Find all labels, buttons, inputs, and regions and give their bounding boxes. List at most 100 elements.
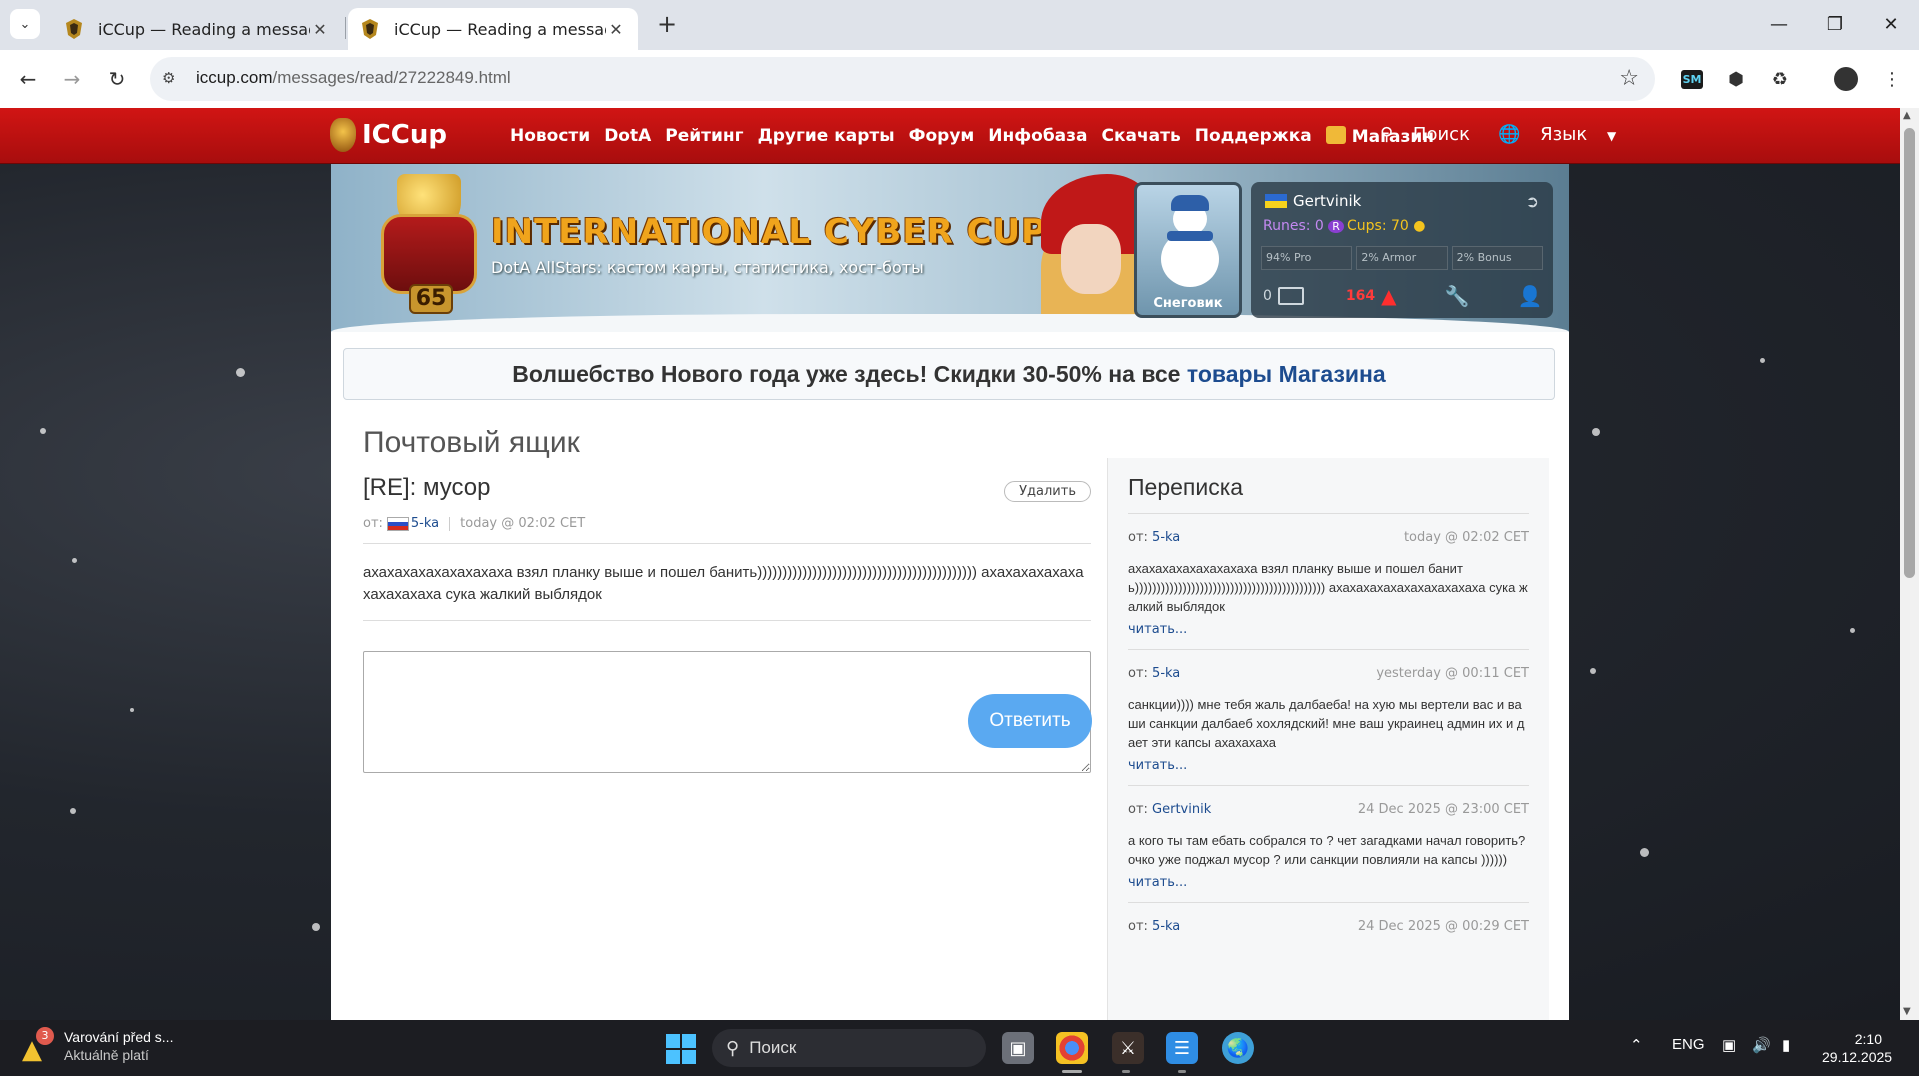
game-app-icon[interactable]: ⚔ xyxy=(1112,1032,1144,1064)
message-author[interactable]: 5-ka xyxy=(411,516,439,531)
item-author[interactable]: 5-ka xyxy=(1152,919,1180,934)
scroll-up-icon[interactable]: ▲ xyxy=(1903,110,1911,121)
close-icon[interactable]: ✕ xyxy=(606,20,626,39)
window-close-icon[interactable]: ✕ xyxy=(1866,8,1916,42)
minimize-icon[interactable]: — xyxy=(1754,8,1804,42)
snowflake xyxy=(130,708,134,712)
list-item: от: 5-ka 24 Dec 2025 @ 00:29 CET xyxy=(1128,903,1529,946)
globe-app-icon[interactable]: 🌏 xyxy=(1222,1032,1254,1064)
message-date: today @ 02:02 CET xyxy=(460,516,586,531)
item-author[interactable]: 5-ka xyxy=(1152,666,1180,681)
promo-shop-link[interactable]: товары Магазина xyxy=(1187,361,1386,387)
menu-dots-icon[interactable]: ⋮ xyxy=(1876,63,1908,95)
app-indicator xyxy=(1122,1070,1130,1073)
banner-tagline: DotA AllStars: кастом карты, статистика,… xyxy=(491,258,924,277)
read-more-link[interactable]: читать... xyxy=(1128,875,1529,890)
task-view-icon[interactable]: ▣ xyxy=(1002,1032,1034,1064)
close-icon[interactable]: ✕ xyxy=(310,20,330,39)
promo-banner: Волшебство Нового года уже здесь! Скидки… xyxy=(343,348,1555,400)
menu-item-forum[interactable]: Форум xyxy=(909,126,975,147)
snowflake xyxy=(312,923,320,931)
list-item: от: Gertvinik 24 Dec 2025 @ 23:00 CET а к… xyxy=(1128,786,1529,903)
from-label: от: xyxy=(1128,530,1148,545)
item-text: ахахахахахахахахаха взял планку выше и п… xyxy=(1128,561,1528,614)
menu-item-rating[interactable]: Рейтинг xyxy=(665,126,743,147)
menu-item-infobase[interactable]: Инфобаза xyxy=(988,126,1087,147)
wrench-icon[interactable]: 🔧 xyxy=(1445,284,1470,308)
logo-text: ICCup xyxy=(362,120,447,150)
divider xyxy=(363,543,1091,544)
caret-down-icon: ▼ xyxy=(1607,129,1617,143)
mail-envelope-icon[interactable] xyxy=(1277,287,1304,305)
windows-start-icon[interactable] xyxy=(666,1034,696,1064)
item-author[interactable]: Gertvinik xyxy=(1152,802,1211,817)
main-menu: Новости DotA Рейтинг Другие карты Форум … xyxy=(510,126,1448,147)
network-icon[interactable]: ▣ xyxy=(1722,1036,1736,1054)
reload-icon[interactable]: ↻ xyxy=(101,63,133,95)
chrome-icon[interactable] xyxy=(1056,1032,1088,1064)
item-date: today @ 02:02 CET xyxy=(1403,530,1529,545)
profile-avatar-icon[interactable] xyxy=(1830,63,1862,95)
warning-triangle-icon[interactable]: ▲ xyxy=(1381,284,1396,308)
header-banner: 65 INTERNATIONAL CYBER CUP DotA AllStars… xyxy=(331,164,1569,332)
reply-button[interactable]: Ответить xyxy=(968,694,1092,748)
read-more-link[interactable]: читать... xyxy=(1128,758,1529,773)
page-scrollbar[interactable]: ▲ ▼ xyxy=(1900,108,1919,1020)
logout-icon[interactable]: ➲ xyxy=(1526,192,1539,211)
conversation-title: Переписка xyxy=(1128,474,1529,514)
tray-chevron-icon[interactable]: ⌃ xyxy=(1630,1036,1643,1054)
tab-inactive[interactable]: iCCup — Reading a message fro ✕ xyxy=(52,8,342,50)
active-app-indicator xyxy=(1062,1070,1082,1073)
site-nav-bar: ICCup Новости DotA Рейтинг Другие карты … xyxy=(0,108,1900,164)
username[interactable]: Gertvinik xyxy=(1293,192,1361,210)
snowman-scarf xyxy=(1167,231,1213,241)
menu-item-download[interactable]: Скачать xyxy=(1102,126,1181,147)
tab-active[interactable]: iCCup — Reading a message fro ✕ xyxy=(348,8,638,50)
volume-icon[interactable]: 🔊 xyxy=(1752,1036,1771,1054)
item-date: 24 Dec 2025 @ 23:00 CET xyxy=(1357,802,1529,817)
read-more-link[interactable]: читать... xyxy=(1128,622,1529,637)
snowflake xyxy=(1850,628,1855,633)
menu-item-other-maps[interactable]: Другие карты xyxy=(758,126,895,147)
notepad-icon[interactable]: ☰ xyxy=(1166,1032,1198,1064)
site-info-icon[interactable]: ⚙ xyxy=(162,69,184,89)
language-indicator[interactable]: ENG xyxy=(1672,1036,1705,1053)
battery-icon[interactable]: ▮ xyxy=(1782,1036,1790,1054)
site-logo[interactable]: ICCup xyxy=(330,118,447,152)
forward-arrow-icon[interactable]: → xyxy=(56,63,88,95)
search-link[interactable]: ⚲ Поиск xyxy=(1380,124,1484,145)
address-bar[interactable]: ⚙ iccup.com/messages/read/27222849.html … xyxy=(150,57,1655,101)
back-arrow-icon[interactable]: ← xyxy=(12,63,44,95)
new-tab-button[interactable]: + xyxy=(652,10,682,40)
clock-date: 29.12.2025 xyxy=(1822,1049,1893,1065)
person-icon[interactable]: 👤 xyxy=(1517,284,1542,308)
tab-title: iCCup — Reading a message fro xyxy=(394,19,606,39)
promo-text: Волшебство Нового года уже здесь! Скидки… xyxy=(512,361,1187,387)
coins-icon xyxy=(1325,126,1346,144)
menu-item-support[interactable]: Поддержка xyxy=(1195,126,1312,147)
menu-item-news[interactable]: Новости xyxy=(510,126,590,147)
user-avatar[interactable]: Снеговик xyxy=(1134,182,1242,318)
from-label: от: xyxy=(1128,666,1148,681)
restore-icon[interactable]: ❐ xyxy=(1810,8,1860,42)
clock[interactable]: 2:10 29.12.2025 xyxy=(1822,1030,1893,1066)
url-text[interactable]: iccup.com/messages/read/27222849.html xyxy=(196,68,511,88)
nav-right: ⚲ Поиск 🌐 Язык ▼ xyxy=(1380,124,1644,145)
extensions-puzzle-icon[interactable]: ♻ xyxy=(1764,63,1796,95)
language-dropdown[interactable]: 🌐 Язык ▼ xyxy=(1498,124,1630,145)
delete-button[interactable]: Удалить xyxy=(1004,481,1091,502)
menu-item-dota[interactable]: DotA xyxy=(604,126,651,147)
weather-widget[interactable]: ▲ 3 Varování před s... Aktuálně platí xyxy=(22,1027,173,1065)
globe-icon: 🌐 xyxy=(1497,124,1521,145)
extension-sm-icon[interactable]: SM xyxy=(1676,63,1708,95)
bookmark-star-icon[interactable]: ☆ xyxy=(1619,66,1639,91)
scroll-down-icon[interactable]: ▼ xyxy=(1903,1006,1911,1017)
item-date: 24 Dec 2025 @ 00:29 CET xyxy=(1357,919,1529,934)
scroll-thumb[interactable] xyxy=(1904,128,1915,578)
tab-search-button[interactable]: ⌄ xyxy=(10,9,40,39)
taskbar-search[interactable]: ⚲ Поиск xyxy=(712,1029,986,1067)
item-author[interactable]: 5-ka xyxy=(1152,530,1180,545)
tab-divider xyxy=(345,17,346,39)
extension-shield-icon[interactable]: ⬢ xyxy=(1720,63,1752,95)
content-column: 65 INTERNATIONAL CYBER CUP DotA AllStars… xyxy=(331,164,1569,1020)
